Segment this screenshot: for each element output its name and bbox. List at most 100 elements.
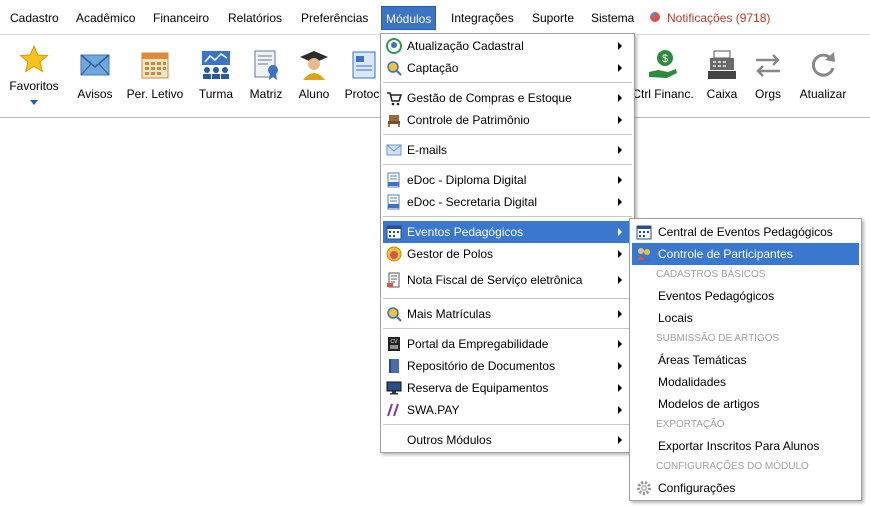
caixa-button[interactable]: Caixa bbox=[700, 36, 744, 118]
ctrl-financ-label: Ctrl Financ. bbox=[632, 87, 694, 101]
menu-item-swapay[interactable]: SWA.PAY bbox=[383, 399, 632, 421]
turma-button[interactable]: Turma bbox=[192, 36, 240, 118]
submenu-arrow-icon bbox=[618, 436, 622, 444]
submenu-arrow-icon bbox=[618, 276, 622, 284]
menu-integracoes[interactable]: Integrações bbox=[447, 6, 518, 30]
menu-modulos[interactable]: Módulos bbox=[381, 6, 437, 30]
submenu-item-modelos-artigos[interactable]: Modelos de artigos bbox=[632, 393, 859, 415]
per-letivo-button[interactable]: Per. Letivo bbox=[124, 36, 186, 118]
submenu-item-configuracoes[interactable]: Configurações bbox=[632, 477, 859, 499]
menu-item-label: Repositório de Documentos bbox=[407, 359, 556, 373]
refresh-icon bbox=[811, 52, 835, 77]
protocol-icon bbox=[352, 51, 376, 79]
menu-item-eventos-pedagogicos[interactable]: Eventos Pedagógicos bbox=[383, 221, 632, 243]
menu-item-portal-empregabilidade[interactable]: CV Portal da Empregabilidade bbox=[383, 333, 632, 355]
submenu-arrow-icon bbox=[618, 228, 622, 236]
menu-academico[interactable]: Acadêmico bbox=[72, 6, 139, 30]
envelope-icon bbox=[80, 54, 110, 76]
book-icon bbox=[389, 359, 399, 373]
svg-text:CV: CV bbox=[391, 339, 399, 345]
submenu-arrow-icon bbox=[618, 64, 622, 72]
matriz-label: Matriz bbox=[249, 87, 283, 101]
favoritos-button[interactable]: Favoritos bbox=[4, 36, 64, 118]
menu-item-controle-patrimonio[interactable]: Controle de Patrimônio bbox=[383, 109, 632, 131]
menu-item-label: Captação bbox=[407, 61, 459, 75]
classroom-icon bbox=[202, 51, 230, 79]
cv-icon: CV bbox=[388, 337, 400, 351]
menu-item-mais-matriculas[interactable]: Mais Matrículas bbox=[383, 303, 632, 325]
menu-item-label: Gestor de Polos bbox=[407, 247, 494, 261]
ctrl-financ-button[interactable]: $ Ctrl Financ. bbox=[628, 36, 698, 118]
menu-item-label: eDoc - Secretaria Digital bbox=[407, 195, 538, 209]
magnifier-people-icon bbox=[387, 61, 402, 76]
menu-item-gestao-compras[interactable]: Gestão de Compras e Estoque bbox=[383, 87, 632, 109]
atualizar-label: Atualizar bbox=[799, 87, 847, 101]
calendar-icon bbox=[636, 225, 652, 240]
submenu-arrow-icon bbox=[618, 340, 622, 348]
certificate-icon bbox=[254, 50, 278, 80]
notifications-link[interactable]: Notificações (9718) bbox=[649, 6, 770, 30]
cash-register-icon bbox=[708, 50, 736, 79]
menu-item-label: Portal da Empregabilidade bbox=[407, 337, 549, 351]
menu-separator bbox=[383, 298, 632, 299]
avisos-button[interactable]: Avisos bbox=[70, 36, 120, 118]
menu-item-repositorio-documentos[interactable]: Repositório de Documentos bbox=[383, 355, 632, 377]
submenu-item-central-eventos[interactable]: Central de Eventos Pedagógicos bbox=[632, 221, 859, 243]
money-hand-icon: $ bbox=[649, 50, 677, 78]
eventos-pedagogicos-submenu: Central de Eventos Pedagógicos Controle … bbox=[629, 218, 862, 501]
envelope-icon bbox=[386, 144, 402, 156]
menu-relatorios[interactable]: Relatórios bbox=[224, 6, 286, 30]
swap-arrows-icon bbox=[756, 54, 780, 77]
menu-separator bbox=[383, 328, 632, 329]
menu-sistema[interactable]: Sistema bbox=[587, 6, 638, 30]
submenu-item-label: Áreas Temáticas bbox=[658, 353, 747, 367]
menu-item-gestor-polos[interactable]: Gestor de Polos bbox=[383, 243, 632, 265]
submenu-item-modalidades[interactable]: Modalidades bbox=[632, 371, 859, 393]
invoice-icon bbox=[387, 272, 400, 288]
menu-separator bbox=[383, 164, 632, 165]
menu-item-label: Nota Fiscal de Serviço eletrônica bbox=[407, 273, 583, 287]
menu-item-label: Outros Módulos bbox=[407, 433, 492, 447]
submenu-item-areas-tematicas[interactable]: Áreas Temáticas bbox=[632, 349, 859, 371]
calendar-icon bbox=[141, 52, 169, 79]
aluno-label: Aluno bbox=[298, 87, 330, 101]
submenu-item-label: Controle de Participantes bbox=[658, 247, 793, 261]
orgs-label: Orgs bbox=[754, 87, 781, 101]
protocolo-button[interactable]: Protoc bbox=[342, 36, 382, 118]
menu-item-label: SWA.PAY bbox=[407, 403, 460, 417]
submenu-item-eventos-pedagogicos[interactable]: Eventos Pedagógicos bbox=[632, 285, 859, 307]
submenu-item-label: Modelos de artigos bbox=[658, 397, 760, 411]
menu-item-edoc-diploma[interactable]: eDoc - Diploma Digital bbox=[383, 169, 632, 191]
orgs-button[interactable]: Orgs bbox=[748, 36, 788, 118]
submenu-item-locais[interactable]: Locais bbox=[632, 307, 859, 329]
submenu-arrow-icon bbox=[618, 94, 622, 102]
svg-text:$: $ bbox=[662, 53, 668, 65]
aluno-button[interactable]: Aluno bbox=[292, 36, 336, 118]
section-header-configuracoes-modulo: CONFIGURAÇÕES DO MÓDULO bbox=[656, 461, 809, 472]
menu-suporte[interactable]: Suporte bbox=[528, 6, 578, 30]
submenu-item-controle-participantes[interactable]: Controle de Participantes bbox=[632, 243, 859, 265]
submenu-item-exportar-inscritos[interactable]: Exportar Inscritos Para Alunos bbox=[632, 435, 859, 457]
menu-item-label: Reserva de Equipamentos bbox=[407, 381, 549, 395]
modulos-dropdown: Atualização Cadastral Captação Gestão de… bbox=[380, 33, 635, 453]
menu-item-captacao[interactable]: Captação bbox=[383, 57, 632, 79]
submenu-arrow-icon bbox=[618, 116, 622, 124]
menu-item-emails[interactable]: E-mails bbox=[383, 139, 632, 161]
menu-cadastro[interactable]: Cadastro bbox=[6, 6, 63, 30]
matriz-button[interactable]: Matriz bbox=[244, 36, 288, 118]
submenu-item-label: Configurações bbox=[658, 481, 736, 495]
menu-item-outros-modulos[interactable]: Outros Módulos bbox=[383, 429, 632, 451]
calendar-icon bbox=[386, 225, 402, 240]
menu-item-nota-fiscal[interactable]: Nota Fiscal de Serviço eletrônica bbox=[383, 269, 632, 291]
submenu-arrow-icon bbox=[618, 198, 622, 206]
star-icon bbox=[19, 44, 49, 73]
face-icon bbox=[386, 246, 402, 262]
menu-item-edoc-secretaria[interactable]: eDoc - Secretaria Digital bbox=[383, 191, 632, 213]
menu-separator bbox=[383, 216, 632, 217]
menu-item-atualizacao-cadastral[interactable]: Atualização Cadastral bbox=[383, 35, 632, 57]
atualizar-button[interactable]: Atualizar bbox=[794, 36, 852, 118]
magnifier-people-icon bbox=[387, 307, 402, 322]
menu-financeiro[interactable]: Financeiro bbox=[149, 6, 213, 30]
menu-item-reserva-equipamentos[interactable]: Reserva de Equipamentos bbox=[383, 377, 632, 399]
menu-preferencias[interactable]: Preferências bbox=[297, 6, 372, 30]
